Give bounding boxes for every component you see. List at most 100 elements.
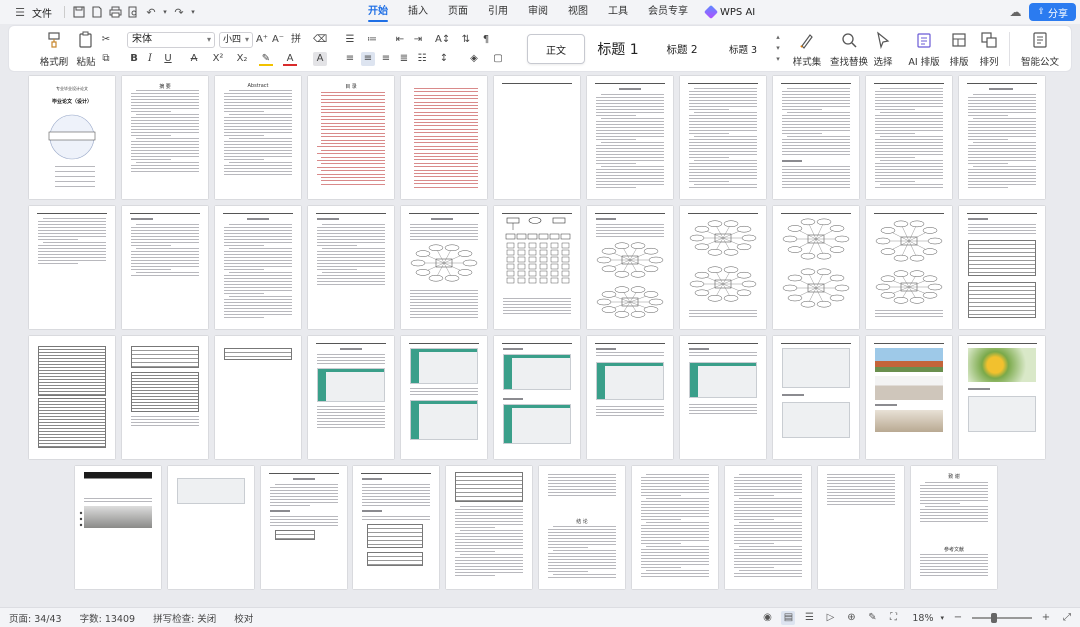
wps-ai-button[interactable]: WPS AI (698, 4, 763, 20)
page-thumbnail-r3-c3[interactable] (215, 336, 301, 459)
page-thumbnail-r1-c9[interactable] (773, 76, 859, 199)
page-thumbnail-r2-c2[interactable] (122, 206, 208, 329)
zoom-slider-thumb[interactable] (991, 613, 997, 623)
copy-icon[interactable]: ⧉ (99, 52, 113, 66)
page-thumbnail-r3-c7[interactable] (587, 336, 673, 459)
zoom-level[interactable]: 18% (907, 613, 933, 624)
tab-review[interactable]: 审阅 (518, 0, 558, 24)
page-thumbnail-r1-c5[interactable] (401, 76, 487, 199)
shading-icon[interactable]: ◈ (467, 52, 481, 66)
word-count[interactable]: 字数: 13409 (71, 611, 144, 625)
ai-layout-button[interactable]: AI 排版 (907, 26, 941, 68)
tab-page[interactable]: 页面 (438, 0, 478, 24)
page-thumbnail-r1-c2[interactable]: 摘 要 (122, 76, 208, 199)
tab-member[interactable]: 会员专享 (638, 0, 698, 24)
page-thumbnail-r2-c5[interactable] (401, 206, 487, 329)
bold-icon[interactable]: B (127, 52, 141, 66)
page-thumbnail-r3-c8[interactable] (680, 336, 766, 459)
align-left-icon[interactable]: ≡ (343, 52, 357, 66)
tab-insert[interactable]: 插入 (398, 0, 438, 24)
proofread-button[interactable]: 校对 (225, 611, 262, 625)
tab-home[interactable]: 开始 (358, 0, 398, 24)
decrease-font-icon[interactable]: A⁻ (271, 33, 285, 47)
tab-references[interactable]: 引用 (478, 0, 518, 24)
page-thumbnail-r2-c4[interactable] (308, 206, 394, 329)
page-thumbnail-r3-c4[interactable] (308, 336, 394, 459)
underline-icon[interactable]: U (161, 52, 175, 66)
page-thumbnail-r3-c9[interactable] (773, 336, 859, 459)
spell-check-status[interactable]: 拼写检查: 关闭 (144, 611, 225, 625)
italic-icon[interactable]: I (143, 52, 157, 66)
line-spacing-icon[interactable]: ↕ (437, 52, 451, 66)
highlight-icon[interactable]: ✎ (259, 52, 273, 66)
subscript-icon[interactable]: X₂ (235, 52, 249, 66)
page-thumbnail-r2-c6[interactable] (494, 206, 580, 329)
page-thumbnail-r3-c5[interactable] (401, 336, 487, 459)
style-heading-1[interactable]: 标题 1 (585, 34, 651, 64)
page-thumbnail-r1-c6[interactable] (494, 76, 580, 199)
page-thumbnail-r3-c1[interactable] (29, 336, 115, 459)
page-thumbnail-r2-c3[interactable] (215, 206, 301, 329)
page-thumbnail-r2-c9[interactable] (773, 206, 859, 329)
page-thumbnail-r2-c10[interactable] (866, 206, 952, 329)
page-indicator[interactable]: 页面: 34/43 (0, 611, 71, 625)
write-mode-icon[interactable]: ✎ (865, 611, 879, 625)
share-button[interactable]: ⇪ 分享 (1029, 3, 1076, 21)
arrange-button[interactable]: 排列 (975, 26, 1003, 68)
page-thumbnail-r1-c3[interactable]: Abstract (215, 76, 301, 199)
page-view-icon[interactable]: ▤ (781, 611, 796, 625)
print-icon[interactable] (107, 4, 123, 20)
format-painter-button[interactable]: 格式刷 (37, 26, 71, 68)
page-thumbnail-r4-c7[interactable] (632, 466, 718, 589)
character-shading-icon[interactable]: A (313, 52, 327, 66)
text-direction-icon[interactable]: A↕ (435, 33, 450, 47)
zoom-slider[interactable] (972, 613, 1032, 623)
style-set-button[interactable]: 样式集 (789, 26, 825, 68)
paste-button[interactable]: 粘贴 (71, 26, 101, 68)
border-icon[interactable]: ▢ (491, 52, 505, 66)
bullet-list-icon[interactable]: ☰ (343, 33, 357, 47)
page-thumbnail-r4-c10[interactable]: 致 谢参考文献 (911, 466, 997, 589)
cut-icon[interactable]: ✂ (99, 33, 113, 47)
page-thumbnail-r1-c8[interactable] (680, 76, 766, 199)
page-thumbnail-r3-c11[interactable] (959, 336, 1045, 459)
clear-format-icon[interactable]: ⌫ (313, 33, 327, 47)
strikethrough-icon[interactable]: A (187, 52, 201, 66)
page-thumbnail-r1-c10[interactable] (866, 76, 952, 199)
page-thumbnail-r2-c8[interactable] (680, 206, 766, 329)
align-center-icon[interactable]: ≡ (361, 52, 375, 66)
zoom-in-icon[interactable]: + (1039, 611, 1053, 625)
tab-tools[interactable]: 工具 (598, 0, 638, 24)
page-thumbnail-r3-c10[interactable] (866, 336, 952, 459)
numbered-list-icon[interactable]: ≔ (365, 33, 379, 47)
phonetic-guide-icon[interactable]: 拼 (289, 33, 303, 47)
font-size-select[interactable]: 小四 ▾ (219, 32, 253, 48)
font-color-icon[interactable]: A (283, 52, 297, 66)
select-button[interactable]: 选择 (869, 26, 897, 68)
file-menu[interactable]: ☰ 文件 (6, 2, 58, 22)
page-thumbnail-r4-c5[interactable] (446, 466, 532, 589)
style-heading-2[interactable]: 标题 2 (651, 34, 713, 64)
page-thumbnail-r4-c3[interactable] (261, 466, 347, 589)
page-thumbnail-r1-c4[interactable]: 目 录 (308, 76, 394, 199)
page-thumbnail-r4-c8[interactable] (725, 466, 811, 589)
page-thumbnail-r4-c9[interactable] (818, 466, 904, 589)
justify-icon[interactable]: ≣ (397, 52, 411, 66)
export-pdf-icon[interactable] (89, 4, 105, 20)
zoom-out-icon[interactable]: − (951, 611, 965, 625)
print-preview-icon[interactable] (125, 4, 141, 20)
web-view-icon[interactable]: ⊕ (844, 611, 858, 625)
page-thumbnail-r4-c4[interactable] (353, 466, 439, 589)
page-thumbnail-r4-c1[interactable] (75, 466, 161, 589)
page-thumbnail-r4-c2[interactable] (168, 466, 254, 589)
page-thumbnail-r3-c6[interactable] (494, 336, 580, 459)
increase-font-icon[interactable]: A⁺ (255, 33, 269, 47)
page-thumbnail-r2-c7[interactable] (587, 206, 673, 329)
fit-page-icon[interactable]: ⛶ (886, 611, 900, 625)
document-page-grid[interactable]: 专业毕业设计论文 毕业论文（设计） 摘 要 Abstract 目 录结 论 致 谢参考文献 (0, 73, 1080, 606)
page-thumbnail-r1-c7[interactable] (587, 76, 673, 199)
page-thumbnail-r1-c1[interactable]: 专业毕业设计论文 毕业论文（设计） (29, 76, 115, 199)
page-thumbnail-r2-c11[interactable] (959, 206, 1045, 329)
page-thumbnail-r1-c11[interactable] (959, 76, 1045, 199)
increase-indent-icon[interactable]: ⇥ (411, 33, 425, 47)
